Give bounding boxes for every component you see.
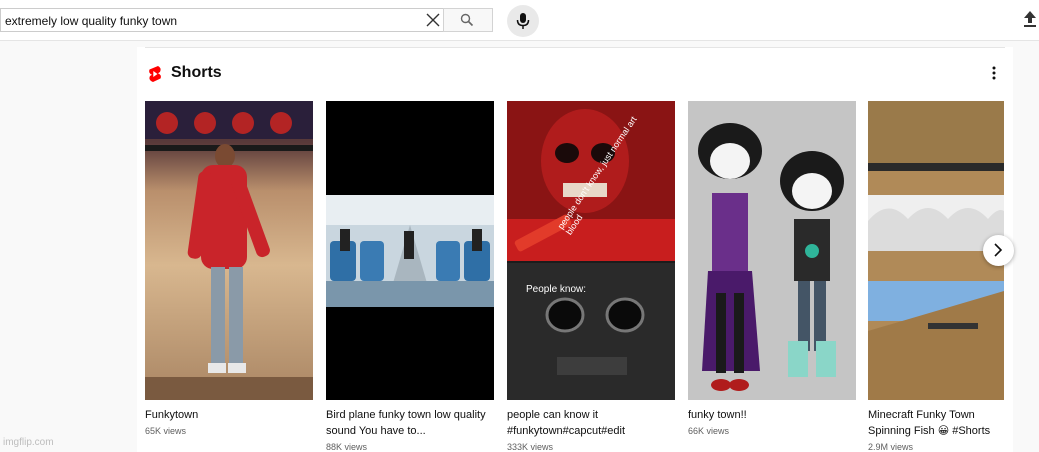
next-button[interactable] bbox=[983, 235, 1014, 266]
mic-icon bbox=[516, 13, 530, 29]
short-views: 88K views bbox=[326, 442, 368, 452]
search-icon bbox=[460, 13, 474, 27]
clear-icon[interactable] bbox=[424, 11, 442, 29]
divider bbox=[145, 47, 1005, 48]
short-title[interactable]: people can know it #funkytown#capcut#edi… bbox=[507, 407, 667, 439]
short-thumbnail[interactable] bbox=[145, 101, 313, 400]
shorts-shelf: Shorts Funkytown 65K views Bird plane fu… bbox=[137, 47, 1013, 452]
upload-icon[interactable] bbox=[1022, 10, 1038, 33]
chevron-right-icon bbox=[994, 243, 1003, 257]
top-bar bbox=[0, 0, 1039, 41]
voice-search-button[interactable] bbox=[507, 5, 539, 37]
short-title[interactable]: Bird plane funky town low quality sound … bbox=[326, 407, 486, 439]
short-views: 65K views bbox=[145, 426, 187, 436]
short-views: 333K views bbox=[507, 442, 554, 452]
short-title[interactable]: Minecraft Funky Town Spinning Fish 😀 #Sh… bbox=[868, 407, 1004, 439]
short-thumbnail[interactable] bbox=[688, 101, 856, 400]
watermark: imgflip.com bbox=[3, 437, 54, 448]
more-vert-icon[interactable] bbox=[992, 66, 996, 85]
section-title: Shorts bbox=[171, 64, 222, 81]
short-thumbnail[interactable]: people don't know, just normal art blood… bbox=[507, 101, 675, 400]
short-views: 2.9M views bbox=[868, 442, 914, 452]
short-title[interactable]: Funkytown bbox=[145, 407, 305, 423]
search-button[interactable] bbox=[443, 8, 493, 32]
short-thumbnail[interactable] bbox=[326, 101, 494, 400]
shorts-logo-icon bbox=[147, 65, 163, 88]
short-views: 66K views bbox=[688, 426, 730, 436]
short-title[interactable]: funky town!! bbox=[688, 407, 848, 423]
search-input[interactable] bbox=[5, 12, 415, 30]
search-box[interactable] bbox=[0, 8, 443, 32]
thumbnail-overlay-text: People know: bbox=[526, 284, 587, 295]
